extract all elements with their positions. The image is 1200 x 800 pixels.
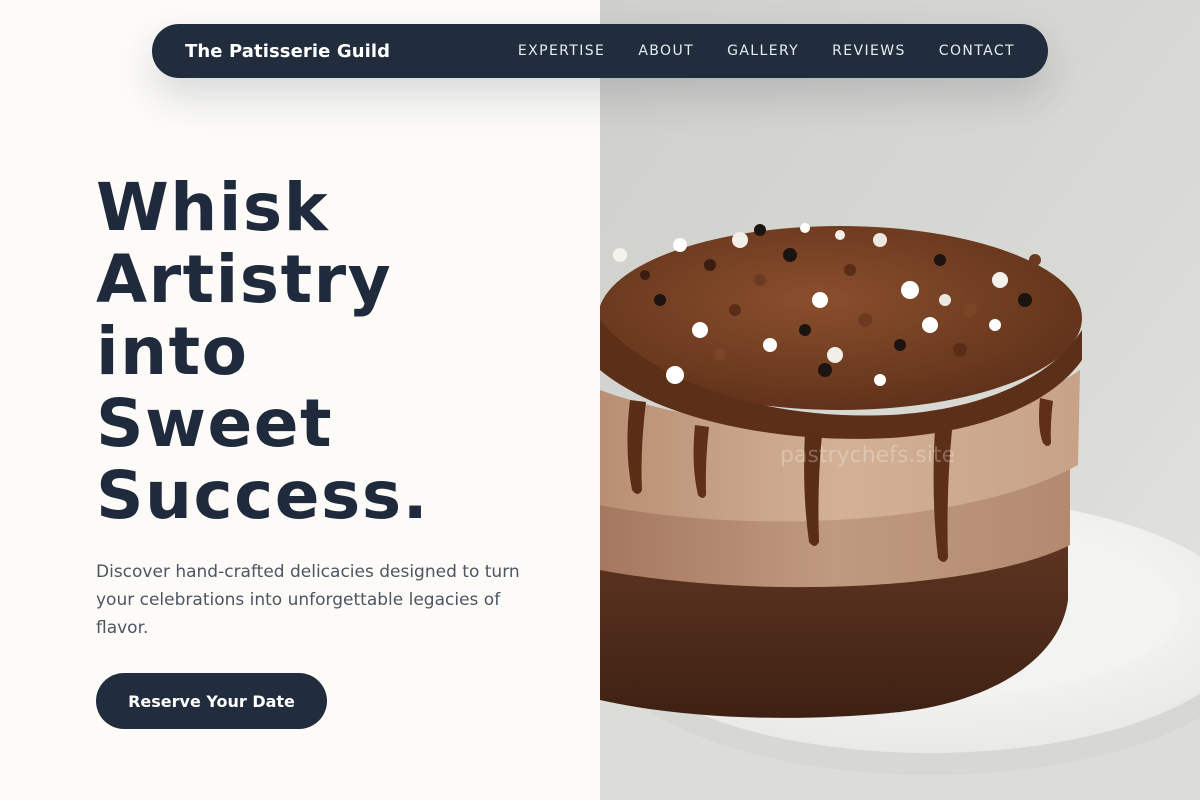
headline-line: Sweet [96,385,334,462]
nav-link-about[interactable]: ABOUT [638,43,694,59]
image-watermark: pastrychefs.site [780,443,955,468]
chocolate-cake-illustration: pastrychefs.site [600,0,1200,800]
brand-logo[interactable]: The Patisserie Guild [185,41,390,62]
nav-link-contact[interactable]: CONTACT [939,43,1015,59]
top-navbar: The Patisserie Guild EXPERTISE ABOUT GAL… [152,24,1048,78]
headline-line: Whisk [96,169,330,246]
reserve-date-button[interactable]: Reserve Your Date [96,673,327,729]
headline-line: into [96,313,249,390]
nav-link-gallery[interactable]: GALLERY [727,43,799,59]
hero-subtext: Discover hand-crafted delicacies designe… [96,562,520,638]
headline-line: Artistry [96,241,393,318]
headline-line: Success. [96,457,430,534]
nav-links: EXPERTISE ABOUT GALLERY REVIEWS CONTACT [518,43,1015,59]
hero-headline: Whisk Artistry into Sweet Success. [96,172,429,532]
nav-link-reviews[interactable]: REVIEWS [832,43,906,59]
nav-link-expertise[interactable]: EXPERTISE [518,43,605,59]
cake-hero-image: pastrychefs.site [600,0,1200,800]
